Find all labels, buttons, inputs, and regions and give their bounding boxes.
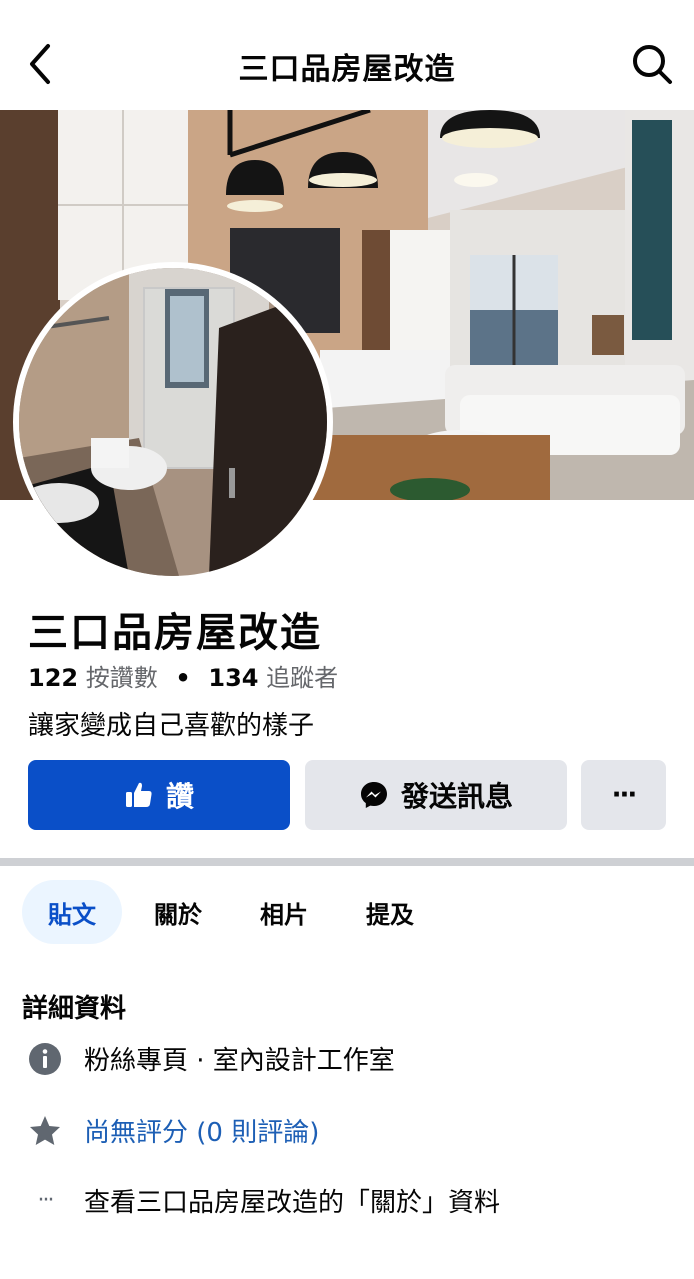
- page-name: 三口品房屋改造: [28, 610, 322, 656]
- more-options-icon: ···: [611, 780, 638, 810]
- likes-count: 122: [28, 664, 79, 692]
- messenger-icon: [360, 782, 387, 808]
- like-button-label: 讚: [165, 780, 194, 813]
- page-title: 三口品房屋改造: [238, 52, 456, 87]
- likes-label: 按讚數: [85, 664, 158, 692]
- page-category-text: 粉絲專頁 · 室內設計工作室: [84, 1046, 395, 1076]
- send-message-button[interactable]: 發送訊息: [305, 760, 567, 830]
- see-about-link[interactable]: ··· 查看三口品房屋改造的「關於」資料: [28, 1182, 501, 1219]
- followers-label: 追蹤者: [266, 664, 339, 692]
- stats-separator: •: [175, 664, 191, 692]
- tab-photos[interactable]: 相片: [234, 880, 334, 944]
- page-tabs: 貼文 關於 相片 提及: [22, 880, 446, 944]
- more-options-button[interactable]: ···: [581, 760, 666, 830]
- page-category: 粉絲專頁 · 室內設計工作室: [28, 1040, 395, 1077]
- page-tagline: 讓家變成自己喜歡的樣子: [28, 711, 315, 741]
- tab-about[interactable]: 關於: [128, 880, 228, 944]
- more-dots-icon: ···: [37, 1188, 55, 1213]
- profile-avatar[interactable]: [13, 262, 333, 582]
- see-about-text: 查看三口品房屋改造的「關於」資料: [84, 1188, 501, 1218]
- details-heading: 詳細資料: [22, 994, 127, 1024]
- page-stats: 122 按讚數 • 134 追蹤者: [28, 658, 338, 693]
- followers-count: 134: [208, 664, 259, 692]
- like-button[interactable]: 讚: [28, 760, 290, 830]
- tab-mentions[interactable]: 提及: [340, 880, 440, 944]
- top-bar: 三口品房屋改造: [0, 0, 694, 110]
- star-icon: [30, 1115, 60, 1145]
- info-icon: [29, 1042, 61, 1075]
- send-message-label: 發送訊息: [400, 780, 513, 813]
- section-divider: [0, 858, 694, 866]
- thumbs-up-icon: [125, 782, 152, 807]
- rating-link[interactable]: 尚無評分 (0 則評論): [28, 1112, 319, 1149]
- search-icon: [633, 45, 672, 84]
- search-button[interactable]: [630, 42, 674, 86]
- rating-text: 尚無評分 (0 則評論): [84, 1118, 320, 1148]
- tab-posts[interactable]: 貼文: [22, 880, 122, 944]
